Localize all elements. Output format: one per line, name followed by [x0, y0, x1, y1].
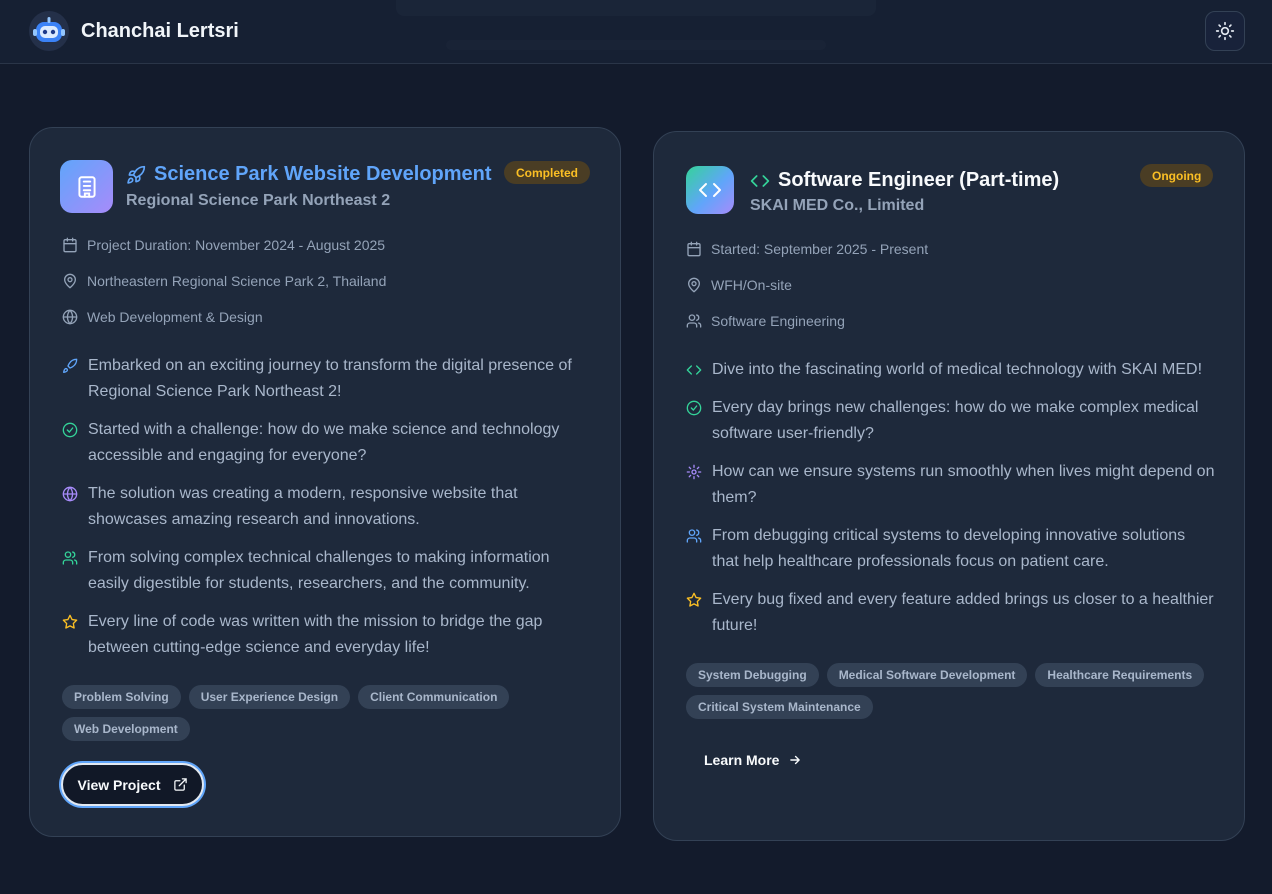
skill-tag: Client Communication: [358, 685, 510, 709]
list-item-text: From solving complex technical challenge…: [88, 549, 550, 592]
skill-tag: User Experience Design: [188, 685, 351, 709]
list-item: How can we ensure systems run smoothly w…: [686, 459, 1216, 511]
meta-text: WFH/On-site: [711, 277, 792, 293]
list-item-text: From debugging critical systems to devel…: [712, 527, 1186, 570]
check-circle-icon: [62, 422, 78, 438]
gear-icon: [686, 464, 702, 480]
check-circle-icon: [686, 400, 702, 416]
card-organization: SKAI MED Co., Limited: [750, 197, 925, 214]
list-item-text: Started with a challenge: how do we make…: [88, 421, 560, 464]
status-badge: Ongoing: [1140, 164, 1214, 187]
list-item: Embarked on an exciting journey to trans…: [62, 353, 592, 405]
meta-text: Software Engineering: [711, 313, 845, 329]
site-brand-name[interactable]: Chanchai Lertsri: [81, 20, 239, 43]
map-pin-icon: [687, 277, 701, 293]
list-item-text: Every line of code was written with the …: [88, 613, 543, 656]
code-icon: [686, 365, 702, 375]
card-title: Science Park Website Development: [154, 163, 492, 185]
list-item-text: Every bug fixed and every feature added …: [712, 591, 1214, 634]
card-highlights: Dive into the fascinating world of medic…: [686, 357, 1216, 651]
list-item: Every line of code was written with the …: [62, 609, 592, 661]
meta-text: Northeastern Regional Science Park 2, Th…: [87, 273, 387, 289]
skill-tags: System Debugging Medical Software Develo…: [686, 663, 1216, 719]
skill-tag: System Debugging: [686, 663, 819, 687]
users-icon: [62, 551, 78, 565]
job-card-skai-med: Software Engineer (Part-time) SKAI MED C…: [653, 131, 1245, 841]
status-badge: Completed: [504, 161, 591, 184]
learn-more-label: Learn More: [704, 752, 780, 768]
list-item-text: Every day brings new challenges: how do …: [712, 399, 1199, 442]
skill-tag: Web Development: [62, 717, 190, 741]
skill-tag: Healthcare Requirements: [1035, 663, 1205, 687]
meta-start-date: Started: September 2025 - Present: [686, 241, 928, 257]
star-icon: [686, 592, 702, 607]
calendar-icon: [687, 241, 701, 257]
rocket-icon: [63, 358, 78, 373]
view-project-label: View Project: [77, 776, 161, 793]
rocket-icon: [127, 165, 146, 184]
background-subheading-shadow: [446, 40, 826, 50]
list-item-text: Embarked on an exciting journey to trans…: [88, 357, 572, 400]
background-heading-shadow: [396, 0, 876, 16]
theme-toggle-button[interactable]: [1205, 11, 1245, 51]
users-icon: [686, 529, 702, 543]
robot-icon[interactable]: [29, 11, 69, 51]
meta-text: Project Duration: November 2024 - August…: [87, 237, 386, 253]
list-item-text: How can we ensure systems run smoothly w…: [712, 463, 1215, 506]
arrow-right-icon: [790, 755, 801, 765]
list-item: From solving complex technical challenge…: [62, 545, 592, 597]
code-icon: [686, 166, 734, 214]
meta-location: Northeastern Regional Science Park 2, Th…: [62, 273, 386, 289]
globe-icon: [62, 309, 78, 325]
list-item-text: The solution was creating a modern, resp…: [88, 485, 518, 528]
skill-tag: Critical System Maintenance: [686, 695, 873, 719]
meta-text: Started: September 2025 - Present: [711, 241, 929, 257]
list-item-text: Dive into the fascinating world of medic…: [712, 361, 1203, 378]
star-icon: [62, 614, 78, 629]
skill-tag: Problem Solving: [62, 685, 181, 709]
skill-tag: Medical Software Development: [826, 663, 1028, 687]
map-pin-icon: [63, 273, 77, 289]
calendar-icon: [63, 237, 77, 253]
list-item: From debugging critical systems to devel…: [686, 523, 1216, 575]
card-highlights: Embarked on an exciting journey to trans…: [62, 353, 592, 673]
site-header: Chanchai Lertsri: [0, 0, 1272, 64]
globe-icon: [62, 486, 78, 502]
list-item: Every bug fixed and every feature added …: [686, 587, 1216, 639]
card-title-row: Science Park Website Development: [126, 163, 492, 186]
card-organization: Regional Science Park Northeast 2: [126, 192, 391, 209]
view-project-button[interactable]: View Project: [61, 763, 204, 806]
meta-category: Web Development & Design: [62, 309, 263, 325]
list-item: Every day brings new challenges: how do …: [686, 395, 1216, 447]
building-icon: [60, 160, 113, 213]
list-item: Started with a challenge: how do we make…: [62, 417, 592, 469]
learn-more-button[interactable]: Learn More: [704, 752, 802, 768]
code-icon: [750, 174, 770, 187]
users-icon: [686, 314, 702, 328]
card-title-row: Software Engineer (Part-time): [750, 169, 1059, 192]
list-item: Dive into the fascinating world of medic…: [686, 357, 1216, 383]
project-card-science-park: Science Park Website Development Regiona…: [29, 127, 621, 837]
list-item: The solution was creating a modern, resp…: [62, 481, 592, 533]
external-link-icon: [173, 778, 187, 791]
skill-tags: Problem Solving User Experience Design C…: [62, 685, 592, 741]
meta-location: WFH/On-site: [686, 277, 792, 293]
card-title: Software Engineer (Part-time): [778, 169, 1060, 191]
sun-icon: [1215, 21, 1235, 41]
meta-text: Web Development & Design: [87, 309, 263, 325]
meta-duration: Project Duration: November 2024 - August…: [62, 237, 385, 253]
meta-category: Software Engineering: [686, 313, 845, 329]
